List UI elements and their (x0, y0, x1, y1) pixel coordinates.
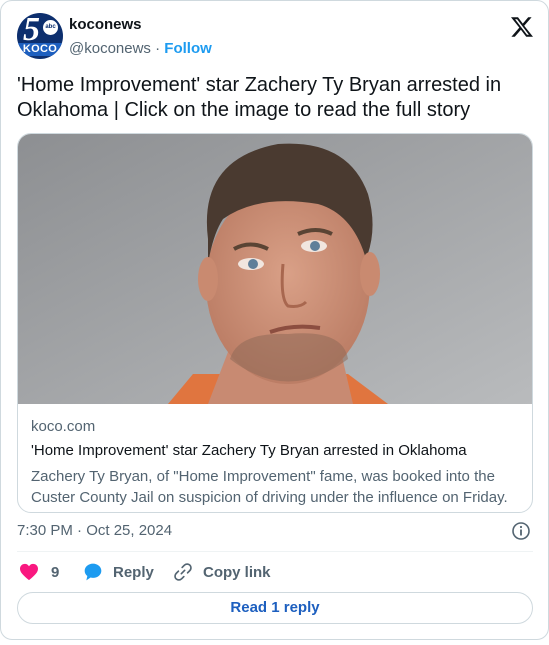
follow-link[interactable]: Follow (164, 40, 212, 57)
x-logo-icon[interactable] (510, 15, 534, 39)
tweet-text: 'Home Improvement' star Zachery Ty Bryan… (17, 74, 502, 121)
reply-bubble-icon (84, 563, 102, 581)
link-preview-card[interactable]: koco.com 'Home Improvement' star Zachery… (17, 133, 533, 513)
link-description: Zachery Ty Bryan, of "Home Improvement" … (31, 468, 508, 506)
link-card-meta: koco.com 'Home Improvement' star Zachery… (31, 418, 521, 508)
embedded-tweet-card: 5 abc KOCO koconews @koconews · Follow '… (0, 0, 549, 640)
copy-link-button[interactable]: Copy link (173, 561, 271, 583)
avatar-logo-station: KOCO (17, 43, 63, 56)
link-title[interactable]: 'Home Improvement' star Zachery Ty Bryan… (31, 442, 521, 464)
info-icon[interactable] (511, 521, 531, 541)
reply-button[interactable]: Reply (83, 561, 154, 583)
author-name[interactable]: koconews (69, 16, 142, 33)
avatar[interactable]: 5 abc KOCO (17, 13, 63, 59)
handle-separator: · (155, 40, 161, 57)
tweet-header: 5 abc KOCO koconews @koconews · Follow (17, 13, 534, 61)
link-icon (174, 563, 192, 581)
copy-link-label: Copy link (203, 563, 271, 581)
tweet-timestamp[interactable]: 7:30 PM · Oct 25, 2024 (17, 522, 172, 539)
divider (17, 551, 533, 552)
author-handle-row: @koconews · Follow (69, 40, 212, 57)
tweet-actions: 9 Reply Copy link (17, 561, 533, 583)
heart-icon (20, 563, 38, 581)
avatar-logo-network: abc (43, 20, 58, 35)
read-replies-button[interactable]: Read 1 reply (17, 592, 533, 624)
reply-label: Reply (113, 563, 154, 581)
author-handle[interactable]: @koconews (69, 40, 151, 57)
like-count: 9 (51, 563, 60, 581)
link-domain: koco.com (31, 418, 96, 435)
article-photo[interactable] (18, 134, 533, 404)
like-button[interactable]: 9 (19, 561, 59, 583)
